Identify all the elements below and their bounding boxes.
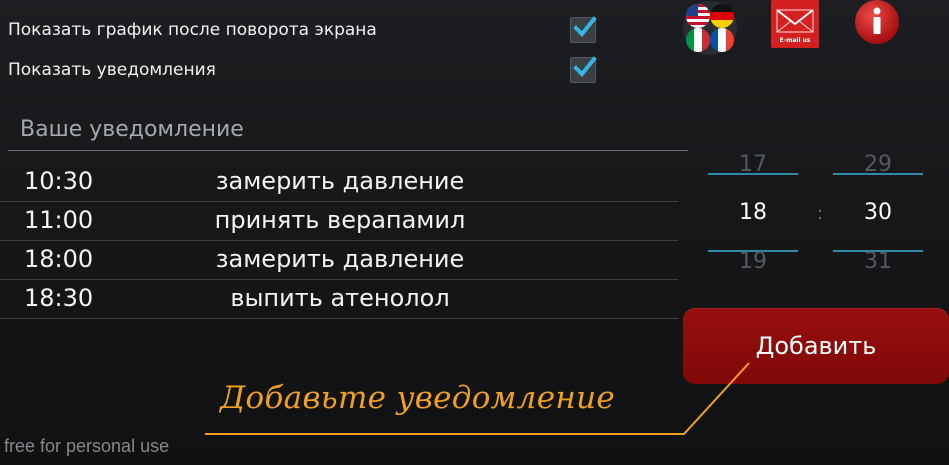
notification-time: 11:00 xyxy=(24,206,94,234)
notification-time: 18:00 xyxy=(24,245,94,273)
notification-text: принять верапамил xyxy=(214,206,466,234)
list-item[interactable]: 18:00 замерить давление xyxy=(0,241,678,280)
list-item[interactable]: 10:30 замерить давление xyxy=(0,163,678,202)
info-icon[interactable] xyxy=(850,0,904,54)
check-icon xyxy=(573,16,597,37)
add-button[interactable]: Добавить xyxy=(683,308,949,384)
language-flags-icon[interactable] xyxy=(682,0,738,56)
notification-input[interactable] xyxy=(8,108,688,151)
watermark: free for personal use xyxy=(4,436,170,456)
list-item[interactable]: 18:30 выпить атенолол xyxy=(0,280,678,319)
hint-text: Добавьте уведомление xyxy=(220,380,615,416)
show-notifications-checkbox[interactable] xyxy=(570,56,597,83)
notifications-list: 10:30 замерить давление 11:00 принять ве… xyxy=(0,163,678,319)
svg-text:E-mail us: E-mail us xyxy=(780,37,811,44)
notification-time: 10:30 xyxy=(24,167,94,195)
hour-picker[interactable]: 17 18 19 xyxy=(708,150,798,280)
show-notifications-label: Показать уведомления xyxy=(8,60,216,80)
show-chart-label: Показать график после поворота экрана xyxy=(8,20,377,40)
check-icon xyxy=(573,56,597,77)
minute-next[interactable]: 31 xyxy=(833,249,923,274)
notification-text: выпить атенолол xyxy=(230,284,450,312)
list-item[interactable]: 11:00 принять верапамил xyxy=(0,202,678,241)
minute-current[interactable]: 30 xyxy=(833,200,923,225)
notification-text: замерить давление xyxy=(215,167,465,195)
picker-line xyxy=(833,173,923,175)
notification-text: замерить давление xyxy=(215,245,465,273)
time-separator: : xyxy=(817,203,824,224)
show-chart-checkbox[interactable] xyxy=(570,16,597,43)
notification-time: 18:30 xyxy=(24,284,94,312)
setting-show-chart: Показать график после поворота экрана xyxy=(8,12,608,48)
setting-show-notifications: Показать уведомления xyxy=(8,52,608,88)
hour-current[interactable]: 18 xyxy=(708,200,798,225)
minute-picker[interactable]: 29 30 31 xyxy=(833,150,923,280)
email-icon[interactable]: E-mail us xyxy=(771,0,819,48)
hour-next[interactable]: 19 xyxy=(708,249,798,274)
picker-line xyxy=(708,173,798,175)
